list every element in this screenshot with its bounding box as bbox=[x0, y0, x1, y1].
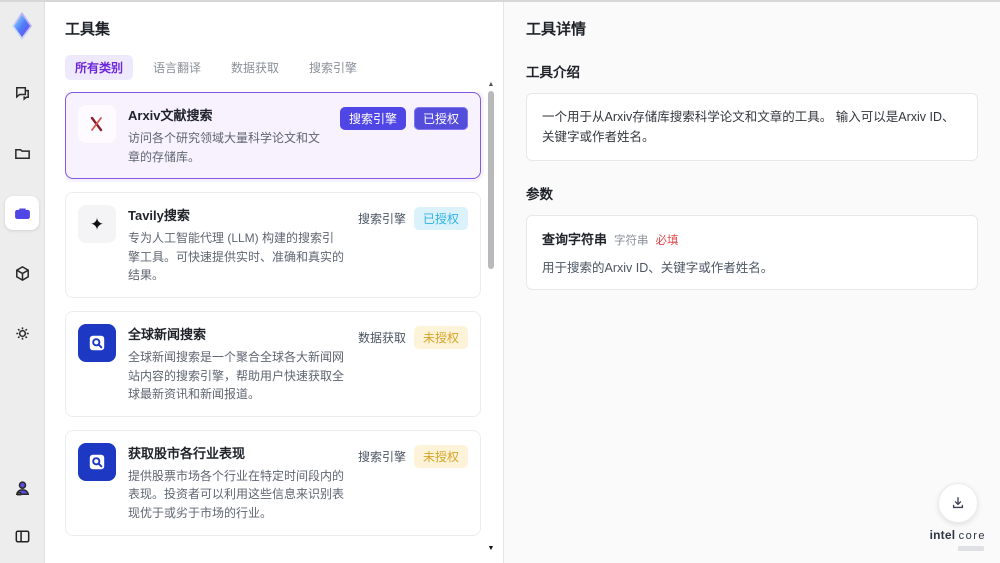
tool-card-text: Arxiv文献搜索 访问各个研究领域大量科学论文和文章的存储库。 bbox=[128, 105, 328, 166]
brand-intel-text: intel bbox=[929, 528, 956, 542]
page-title: 工具集 bbox=[65, 21, 111, 38]
parameter-description: 用于搜索的Arxiv ID、关键字或作者姓名。 bbox=[542, 261, 774, 275]
tool-detail-panel: 工具详情 工具介绍 一个用于从Arxiv存储库搜索科学论文和文章的工具。 输入可… bbox=[503, 2, 1000, 563]
category-label: 搜索引擎 bbox=[357, 212, 406, 227]
app-window: 工具集 所有类别 语言翻译 数据获取 搜索引擎 Arxiv文献搜索 访问各个研究… bbox=[0, 0, 1000, 563]
tool-description: 全球新闻搜索是一个聚合全球各大新闻网站内容的搜索引擎，帮助用户快速获取全球最新资… bbox=[128, 349, 345, 402]
tab-data-acquisition[interactable]: 数据获取 bbox=[221, 55, 289, 80]
tool-card-arxiv[interactable]: Arxiv文献搜索 访问各个研究领域大量科学论文和文章的存储库。 搜索引擎 已授… bbox=[65, 92, 481, 180]
intro-section-label: 工具介绍 bbox=[526, 65, 580, 80]
sidebar-item-models[interactable] bbox=[5, 256, 39, 290]
category-label: 搜索引擎 bbox=[357, 449, 406, 464]
tool-card-tavily[interactable]: ✦ Tavily搜索 专为人工智能代理 (LLM) 构建的搜索引擎工具。可快速提… bbox=[65, 192, 481, 298]
parameter-name: 查询字符串 bbox=[542, 232, 608, 247]
tool-intro-text: 一个用于从Arxiv存储库搜索科学论文和文章的工具。 输入可以是Arxiv ID… bbox=[542, 110, 955, 144]
brand-subline bbox=[958, 546, 984, 551]
collapse-sidebar-button[interactable] bbox=[5, 519, 39, 553]
scrollbar-thumb[interactable] bbox=[488, 91, 494, 269]
corner-actions: intel core bbox=[930, 483, 986, 551]
scroll-down-arrow[interactable]: ▼ bbox=[487, 545, 495, 552]
tool-description: 提供股票市场各个行业在特定时间段内的表现。投资者可以利用这些信息来识别表现优于或… bbox=[128, 468, 345, 520]
brand-core-text: core bbox=[958, 530, 986, 542]
tool-card-text: 全球新闻搜索 全球新闻搜索是一个聚合全球各大新闻网站内容的搜索引擎，帮助用户快速… bbox=[128, 324, 346, 404]
sidebar-item-settings[interactable] bbox=[5, 316, 39, 350]
tool-intro-box: 一个用于从Arxiv存储库搜索科学论文和文章的工具。 输入可以是Arxiv ID… bbox=[526, 93, 978, 161]
tool-tags: 搜索引擎 已授权 bbox=[357, 205, 468, 231]
tool-card-text: 获取股市各行业表现 提供股票市场各个行业在特定时间段内的表现。投资者可以利用这些… bbox=[128, 443, 346, 523]
sidebar-bottom bbox=[5, 471, 39, 553]
app-logo-icon[interactable] bbox=[6, 10, 38, 42]
auth-status-badge: 未授权 bbox=[413, 325, 468, 349]
auth-status-badge: 已授权 bbox=[413, 107, 468, 130]
tool-tags: 搜索引擎 已授权 bbox=[339, 105, 468, 130]
detail-title: 工具详情 bbox=[526, 21, 587, 38]
auth-status-badge: 已授权 bbox=[413, 207, 468, 231]
tool-tags: 搜索引擎 未授权 bbox=[358, 443, 468, 468]
tab-search-engine[interactable]: 搜索引擎 bbox=[299, 55, 367, 80]
tab-all-categories[interactable]: 所有类别 bbox=[65, 55, 134, 80]
tool-title: 全球新闻搜索 bbox=[128, 326, 207, 342]
blue-search-icon bbox=[78, 442, 116, 481]
parameter-header: 查询字符串 字符串 必填 bbox=[542, 229, 962, 248]
tool-card-sector-performance[interactable]: 获取股市各行业表现 提供股票市场各个行业在特定时间段内的表现。投资者可以利用这些… bbox=[65, 429, 481, 536]
briefcase-icon bbox=[14, 207, 30, 219]
tool-description: 访问各个研究领域大量科学论文和文章的存储库。 bbox=[128, 131, 321, 164]
params-section-label: 参数 bbox=[526, 187, 553, 202]
tool-list-panel: 工具集 所有类别 语言翻译 数据获取 搜索引擎 Arxiv文献搜索 访问各个研究… bbox=[45, 2, 503, 563]
download-button[interactable] bbox=[937, 483, 978, 523]
user-avatar-button[interactable] bbox=[5, 471, 39, 505]
tool-tags: 数据获取 未授权 bbox=[358, 324, 468, 349]
tool-title: Arxiv文献搜索 bbox=[128, 108, 213, 123]
four-point-star-icon: ✦ bbox=[78, 205, 116, 244]
sidebar-item-chat[interactable] bbox=[5, 76, 39, 110]
gear-icon bbox=[15, 326, 29, 340]
list-scrollbar[interactable]: ▲ ▼ bbox=[487, 81, 495, 552]
chat-icon bbox=[15, 86, 29, 101]
folder-icon bbox=[14, 148, 30, 159]
tool-card-global-news[interactable]: 全球新闻搜索 全球新闻搜索是一个聚合全球各大新闻网站内容的搜索引擎，帮助用户快速… bbox=[65, 310, 481, 417]
arxiv-icon bbox=[78, 105, 116, 143]
cube-icon bbox=[15, 265, 29, 281]
parameter-box: 查询字符串 字符串 必填 用于搜索的Arxiv ID、关键字或作者姓名。 bbox=[526, 215, 978, 290]
intel-core-logo: intel core bbox=[930, 529, 986, 551]
tool-card-text: Tavily搜索 专为人工智能代理 (LLM) 构建的搜索引擎工具。可快速提供实… bbox=[128, 205, 346, 285]
user-icon bbox=[15, 480, 29, 495]
sidebar-item-tools[interactable] bbox=[5, 196, 39, 230]
panel-toggle-icon bbox=[15, 530, 29, 542]
category-label: 数据获取 bbox=[357, 330, 406, 345]
tool-title: 获取股市各行业表现 bbox=[128, 445, 246, 461]
icon-sidebar bbox=[0, 2, 45, 563]
parameter-type: 字符串 bbox=[614, 235, 649, 247]
download-icon bbox=[952, 497, 963, 509]
blue-search-icon bbox=[78, 323, 116, 362]
auth-status-badge: 未授权 bbox=[413, 444, 468, 468]
tool-list: Arxiv文献搜索 访问各个研究领域大量科学论文和文章的存储库。 搜索引擎 已授… bbox=[65, 92, 503, 548]
sidebar-nav bbox=[5, 76, 39, 350]
category-tabs: 所有类别 语言翻译 数据获取 搜索引擎 bbox=[65, 55, 503, 80]
tab-language-translation[interactable]: 语言翻译 bbox=[143, 55, 211, 80]
tool-title: Tavily搜索 bbox=[128, 208, 190, 224]
parameter-required-flag: 必填 bbox=[655, 235, 679, 247]
category-badge: 搜索引擎 bbox=[339, 107, 406, 130]
scroll-up-arrow[interactable]: ▲ bbox=[487, 81, 495, 88]
sidebar-item-files[interactable] bbox=[5, 136, 39, 170]
tool-description: 专为人工智能代理 (LLM) 构建的搜索引擎工具。可快速提供实时、准确和真实的结… bbox=[128, 231, 345, 283]
